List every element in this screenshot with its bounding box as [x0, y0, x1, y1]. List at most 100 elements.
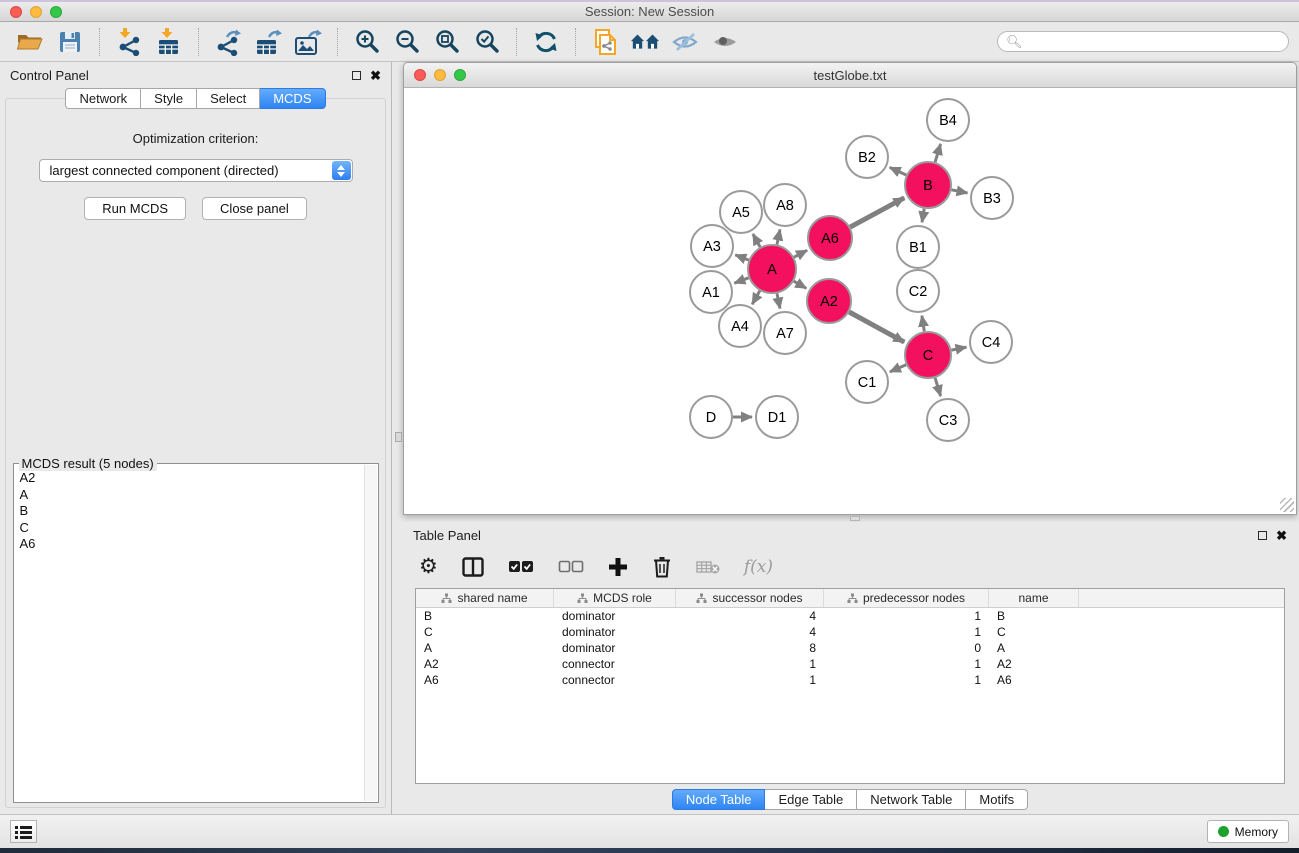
import-network-icon[interactable] [114, 27, 144, 57]
column-header-predecessor-nodes[interactable]: predecessor nodes [824, 589, 989, 607]
gear-icon[interactable]: ⚙ [419, 555, 438, 579]
tab-select[interactable]: Select [197, 88, 260, 109]
window-resize-grip[interactable] [1280, 498, 1294, 512]
edge-B-B1[interactable] [922, 209, 924, 223]
node-C2[interactable]: C2 [897, 270, 939, 312]
node-A3[interactable]: A3 [691, 225, 733, 267]
zoom-selected-icon[interactable] [472, 27, 502, 57]
criterion-dropdown[interactable]: largest connected component (directed) [39, 159, 353, 182]
show-all-icon[interactable] [710, 27, 740, 57]
table-row[interactable]: Bdominator41B [416, 608, 1284, 624]
refresh-icon[interactable] [531, 27, 561, 57]
save-session-icon[interactable] [55, 27, 85, 57]
run-mcds-button[interactable]: Run MCDS [84, 197, 186, 220]
table-row[interactable]: A6connector11A6 [416, 672, 1284, 688]
tab-mcds[interactable]: MCDS [260, 88, 325, 109]
edge-B-B2[interactable] [890, 167, 907, 175]
node-B4[interactable]: B4 [927, 99, 969, 141]
edge-C-C1[interactable] [890, 365, 906, 372]
import-table-icon[interactable] [154, 27, 184, 57]
result-scrollbar[interactable] [364, 465, 377, 801]
edge-A-A3[interactable] [735, 255, 748, 260]
node-B[interactable]: B [905, 162, 951, 208]
result-item[interactable]: A2 [15, 470, 364, 487]
close-panel-icon[interactable]: ✖ [370, 69, 381, 82]
node-C1[interactable]: C1 [846, 361, 888, 403]
edge-B-B4[interactable] [935, 144, 941, 162]
dropdown-stepper-icon[interactable] [332, 161, 351, 180]
zoom-out-icon[interactable] [392, 27, 422, 57]
network-canvas[interactable]: B4B2BB3A8A5A6A3B1AA1C2A2A4A7C4CC1C3DD1 [404, 88, 1296, 514]
hide-selected-icon[interactable] [670, 27, 700, 57]
edge-A-A5[interactable] [753, 234, 760, 247]
edge-A6-B[interactable] [850, 198, 904, 227]
node-B3[interactable]: B3 [971, 177, 1013, 219]
export-table-icon[interactable] [253, 27, 283, 57]
table-row[interactable]: A2connector11A2 [416, 656, 1284, 672]
export-network-icon[interactable] [213, 27, 243, 57]
table-row[interactable]: Adominator80A [416, 640, 1284, 656]
network-graph[interactable]: B4B2BB3A8A5A6A3B1AA1C2A2A4A7C4CC1C3DD1 [404, 88, 1297, 513]
edge-A-A2[interactable] [794, 281, 807, 288]
table-row[interactable]: Cdominator41C [416, 624, 1284, 640]
task-history-button[interactable] [10, 820, 37, 843]
tab-network[interactable]: Network [65, 88, 141, 109]
node-A7[interactable]: A7 [764, 312, 806, 354]
column-header-mcds-role[interactable]: MCDS role [554, 589, 676, 607]
node-B2[interactable]: B2 [846, 136, 888, 178]
zoom-in-icon[interactable] [352, 27, 382, 57]
node-D[interactable]: D [690, 396, 732, 438]
zoom-fit-icon[interactable] [432, 27, 462, 57]
node-C4[interactable]: C4 [970, 321, 1012, 363]
edge-A-A6[interactable] [794, 250, 807, 257]
node-A4[interactable]: A4 [719, 305, 761, 347]
float-table-panel-icon[interactable] [1258, 531, 1267, 540]
tab-motifs[interactable]: Motifs [966, 789, 1028, 810]
new-network-from-selection-icon[interactable] [590, 27, 620, 57]
node-A2[interactable]: A2 [807, 279, 851, 323]
edge-A-A4[interactable] [752, 291, 760, 304]
deselect-all-icon[interactable] [558, 555, 584, 579]
node-A5[interactable]: A5 [720, 191, 762, 233]
select-all-icon[interactable] [508, 555, 534, 579]
result-item[interactable]: A [15, 487, 364, 504]
column-header-successor-nodes[interactable]: successor nodes [676, 589, 824, 607]
network-window-titlebar[interactable]: testGlobe.txt [404, 63, 1296, 88]
add-column-icon[interactable] [608, 555, 628, 579]
split-columns-icon[interactable] [462, 555, 484, 579]
edge-B-B3[interactable] [952, 190, 968, 193]
result-item[interactable]: C [15, 520, 364, 537]
edge-A2-C[interactable] [849, 312, 904, 342]
mcds-result-list[interactable]: A2ABCA6 [15, 465, 364, 801]
edge-C-C2[interactable] [922, 316, 924, 332]
node-A8[interactable]: A8 [764, 184, 806, 226]
edge-C-C3[interactable] [935, 378, 941, 396]
float-panel-icon[interactable] [352, 71, 361, 80]
panel-splitter-handle[interactable] [395, 432, 402, 442]
first-neighbors-icon[interactable] [630, 27, 660, 57]
node-A6[interactable]: A6 [808, 216, 852, 260]
delete-column-icon[interactable] [652, 555, 672, 579]
edge-A-A8[interactable] [777, 230, 780, 245]
column-header-name[interactable]: name [989, 589, 1079, 607]
column-header-shared-name[interactable]: shared name [416, 589, 554, 607]
node-A1[interactable]: A1 [690, 271, 732, 313]
node-B1[interactable]: B1 [897, 226, 939, 268]
close-panel-button[interactable]: Close panel [202, 197, 307, 220]
tab-edge-table[interactable]: Edge Table [765, 789, 857, 810]
tab-style[interactable]: Style [141, 88, 197, 109]
horizontal-splitter[interactable] [403, 515, 1297, 522]
edge-A-A1[interactable] [734, 278, 748, 283]
node-C3[interactable]: C3 [927, 399, 969, 441]
search-input[interactable] [997, 31, 1289, 52]
result-item[interactable]: A6 [15, 536, 364, 553]
open-session-icon[interactable] [15, 27, 45, 57]
close-table-panel-icon[interactable]: ✖ [1276, 529, 1287, 542]
export-image-icon[interactable] [293, 27, 323, 57]
tab-node-table[interactable]: Node Table [672, 789, 766, 810]
edge-A-A7[interactable] [777, 294, 780, 309]
edge-C-C4[interactable] [952, 347, 967, 350]
result-item[interactable]: B [15, 503, 364, 520]
node-C[interactable]: C [905, 332, 951, 378]
tab-network-table[interactable]: Network Table [857, 789, 966, 810]
